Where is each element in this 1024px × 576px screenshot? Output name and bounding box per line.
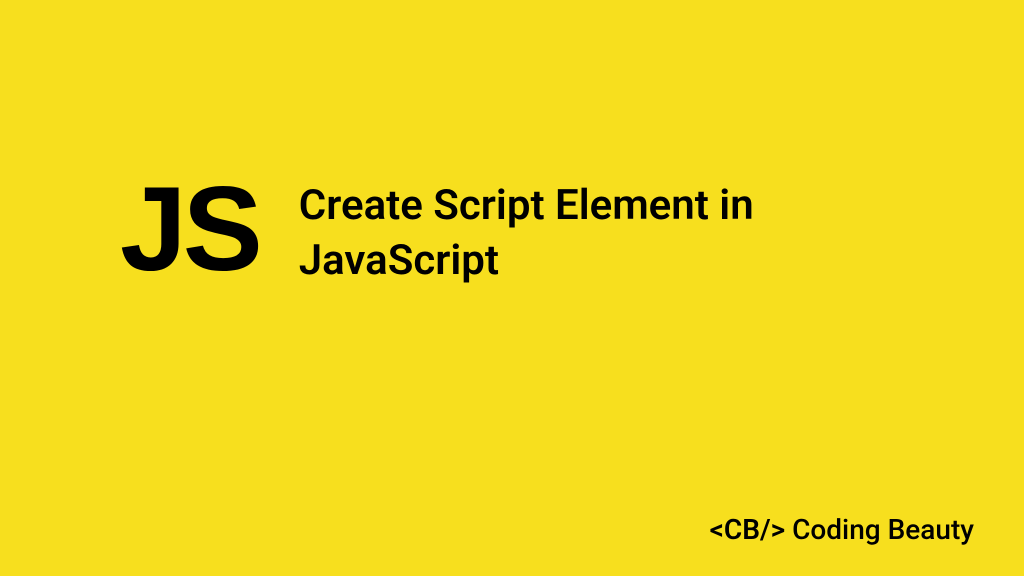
page-title: Create Script Element in JavaScript [299, 175, 754, 288]
main-content: JS Create Script Element in JavaScript [0, 0, 1024, 288]
title-line-2: JavaScript [299, 236, 499, 285]
js-logo-icon: JS [120, 175, 259, 283]
brand-attribution: <CB/> Coding Beauty [710, 513, 974, 546]
title-line-1: Create Script Element in [299, 181, 754, 230]
brand-name: Coding Beauty [792, 513, 974, 546]
brand-tag: <CB/> [710, 513, 786, 546]
